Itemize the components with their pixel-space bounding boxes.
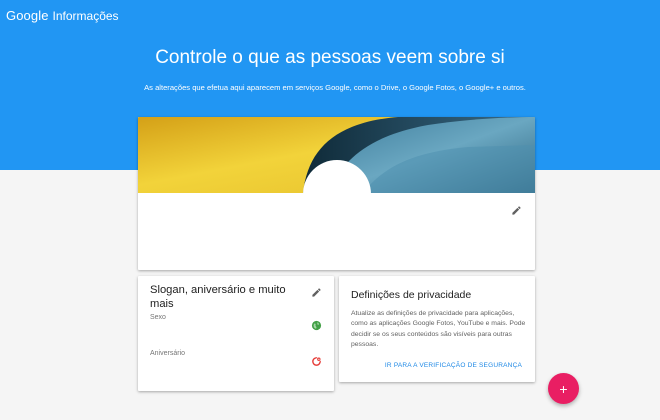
privacy-card-title: Definições de privacidade (351, 289, 472, 301)
edit-profile-button[interactable] (509, 203, 523, 217)
page-subtitle: As alterações que efetua aqui aparecem e… (144, 83, 526, 92)
add-button[interactable]: + (548, 373, 579, 404)
restricted-icon[interactable] (311, 356, 322, 367)
product-name: Informações (52, 9, 119, 23)
page-title: Controle o que as pessoas veem sobre si (155, 47, 505, 68)
edit-about-button[interactable] (309, 285, 323, 299)
globe-icon[interactable] (311, 320, 322, 331)
security-checkup-link[interactable]: IR PARA A VERIFICAÇÃO DE SEGURANÇA (385, 362, 522, 369)
field-label-sexo: Sexo (150, 314, 166, 321)
avatar[interactable] (303, 160, 371, 228)
profile-card (138, 117, 535, 270)
google-logo[interactable]: Google (6, 8, 49, 23)
field-label-aniversario: Aniversário (150, 350, 186, 357)
pencil-icon (511, 205, 521, 215)
privacy-card: Definições de privacidade Atualize as de… (339, 276, 535, 382)
pencil-icon (311, 287, 321, 297)
about-card: Slogan, aniversário e muito mais Sexo An… (138, 276, 334, 391)
top-bar: Google Informações (6, 8, 119, 24)
about-card-title: Slogan, aniversário e muito mais (150, 284, 286, 310)
plus-icon: + (559, 380, 568, 397)
privacy-card-description: Atualize as definições de privacidade pa… (351, 310, 526, 348)
